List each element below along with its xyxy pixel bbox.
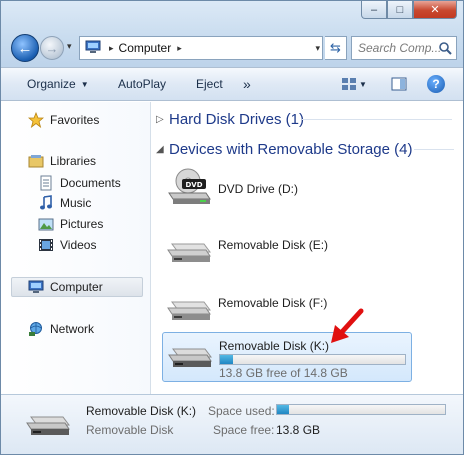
- eject-button[interactable]: Eject: [196, 68, 223, 100]
- forward-button[interactable]: →: [40, 36, 64, 60]
- sidebar-item-label: Network: [50, 322, 95, 336]
- search-placeholder: Search Comp...: [358, 41, 442, 55]
- sidebar-item-computer[interactable]: Computer: [11, 277, 143, 297]
- sidebar-item-favorites[interactable]: Favorites: [27, 110, 100, 130]
- group-title: Hard Disk Drives (1): [169, 110, 305, 128]
- documents-icon: [38, 175, 54, 191]
- breadcrumb-computer[interactable]: Computer: [119, 41, 172, 55]
- refresh-button[interactable]: ⇆: [325, 36, 347, 60]
- sidebar-item-network[interactable]: Network: [28, 319, 94, 339]
- space-used-label: Space used:: [208, 404, 275, 418]
- breadcrumb-separator-icon[interactable]: ▸: [109, 43, 114, 54]
- details-drive-type: Removable Disk: [86, 423, 174, 437]
- sidebar-item-label: Computer: [50, 280, 103, 294]
- sidebar-item-pictures[interactable]: Pictures: [38, 214, 103, 234]
- command-bar: Organize ▼ AutoPlay Eject » ▼ ?: [1, 67, 463, 101]
- breadcrumb-separator-icon[interactable]: ▸: [177, 43, 182, 54]
- chevron-down-icon: ▼: [80, 79, 89, 89]
- address-dropdown-icon[interactable]: ▾: [315, 43, 320, 54]
- window-chrome: – □ ✕ ← → ▾ ▸ Computer ▸ ▾ ⇆ Search Comp…: [1, 1, 463, 67]
- star-icon: [27, 111, 45, 129]
- removable-disk-icon: [25, 409, 71, 441]
- computer-icon: [28, 279, 44, 295]
- address-bar[interactable]: ▸ Computer ▸ ▾: [79, 36, 323, 60]
- more-commands-button[interactable]: »: [243, 68, 251, 100]
- help-button[interactable]: ?: [427, 75, 445, 93]
- search-input[interactable]: Search Comp...: [351, 36, 457, 60]
- group-header-hard-disk-drives[interactable]: ▷ Hard Disk Drives (1): [156, 108, 304, 130]
- organize-label: Organize: [27, 77, 76, 91]
- svg-text:DVD: DVD: [185, 181, 202, 189]
- caption-buttons: – □ ✕: [361, 1, 457, 19]
- minimize-button[interactable]: –: [361, 1, 387, 19]
- group-header-removable-storage[interactable]: ◢ Devices with Removable Storage (4): [156, 138, 412, 160]
- space-free-value: 13.8 GB: [276, 423, 321, 437]
- videos-icon: [38, 237, 54, 253]
- eject-label: Eject: [196, 77, 223, 91]
- drive-item-removable-e[interactable]: Removable Disk (E:): [162, 228, 412, 278]
- close-button[interactable]: ✕: [413, 1, 457, 19]
- chevron-down-icon: ▼: [359, 79, 367, 89]
- drive-free-space: 13.8 GB free of 14.8 GB: [219, 366, 348, 380]
- sidebar-item-music[interactable]: Music: [38, 193, 91, 213]
- network-icon: [28, 321, 44, 337]
- drive-item-removable-k[interactable]: Removable Disk (K:) 13.8 GB free of 14.8…: [162, 332, 412, 382]
- removable-disk-icon: [167, 341, 213, 377]
- expand-arrow-icon[interactable]: ▷: [156, 114, 169, 125]
- drive-name: Removable Disk (E:): [218, 238, 329, 252]
- organize-button[interactable]: Organize ▼: [27, 68, 89, 100]
- content-pane: ▷ Hard Disk Drives (1) ◢ Devices with Re…: [152, 102, 463, 394]
- view-options-dropdown-icon[interactable]: ▼: [359, 68, 367, 100]
- dvd-drive-icon: DVD: [166, 168, 212, 209]
- navigation-bar: ← → ▾ ▸ Computer ▸ ▾ ⇆ Search Comp...: [9, 34, 457, 62]
- space-used-bar: [276, 404, 446, 415]
- autoplay-label: AutoPlay: [118, 77, 167, 91]
- group-title: Devices with Removable Storage (4): [169, 140, 413, 158]
- sidebar-item-label: Videos: [60, 238, 97, 252]
- computer-icon: [85, 40, 101, 57]
- sidebar-item-documents[interactable]: Documents: [38, 173, 121, 193]
- details-pane: Removable Disk (K:) Removable Disk Space…: [1, 394, 463, 454]
- sidebar-item-label: Libraries: [50, 154, 97, 168]
- recent-pages-dropdown-icon[interactable]: ▾: [67, 41, 72, 52]
- collapse-arrow-icon[interactable]: ◢: [156, 144, 169, 155]
- removable-disk-icon: [166, 294, 212, 330]
- sidebar-item-label: Documents: [60, 176, 121, 190]
- drive-name: DVD Drive (D:): [218, 182, 298, 196]
- removable-disk-icon: [166, 236, 212, 272]
- annotation-arrow-icon: [331, 308, 364, 343]
- music-icon: [38, 195, 54, 211]
- maximize-button[interactable]: □: [387, 1, 413, 19]
- space-used-fill: [277, 405, 289, 414]
- sidebar-item-label: Favorites: [50, 113, 100, 127]
- details-drive-name: Removable Disk (K:): [86, 404, 197, 418]
- drive-name: Removable Disk (K:): [219, 339, 330, 353]
- sidebar-item-libraries[interactable]: Libraries: [28, 151, 96, 171]
- group-divider: [302, 119, 452, 120]
- explorer-window: – □ ✕ ← → ▾ ▸ Computer ▸ ▾ ⇆ Search Comp…: [0, 0, 464, 455]
- sidebar-item-label: Music: [60, 196, 92, 210]
- change-view-icon[interactable]: [341, 77, 357, 91]
- navigation-pane: Favorites Libraries Documents Music Pict…: [1, 102, 151, 394]
- space-free-label: Space free:: [213, 423, 275, 437]
- back-button[interactable]: ←: [11, 34, 39, 62]
- drive-item-removable-f[interactable]: Removable Disk (F:): [162, 286, 412, 336]
- sidebar-item-videos[interactable]: Videos: [38, 235, 96, 255]
- sidebar-item-label: Pictures: [60, 217, 104, 231]
- drive-item-dvd[interactable]: DVD DVD Drive (D:): [162, 165, 412, 215]
- preview-pane-icon[interactable]: [391, 77, 407, 91]
- more-commands-label: »: [243, 76, 251, 92]
- drive-name: Removable Disk (F:): [218, 296, 328, 310]
- group-divider: [414, 149, 454, 150]
- search-icon[interactable]: [438, 41, 452, 55]
- drive-usage-fill: [220, 355, 233, 364]
- libraries-icon: [28, 153, 44, 169]
- autoplay-button[interactable]: AutoPlay: [118, 68, 166, 100]
- drive-usage-bar: [219, 354, 406, 365]
- pictures-icon: [38, 216, 54, 232]
